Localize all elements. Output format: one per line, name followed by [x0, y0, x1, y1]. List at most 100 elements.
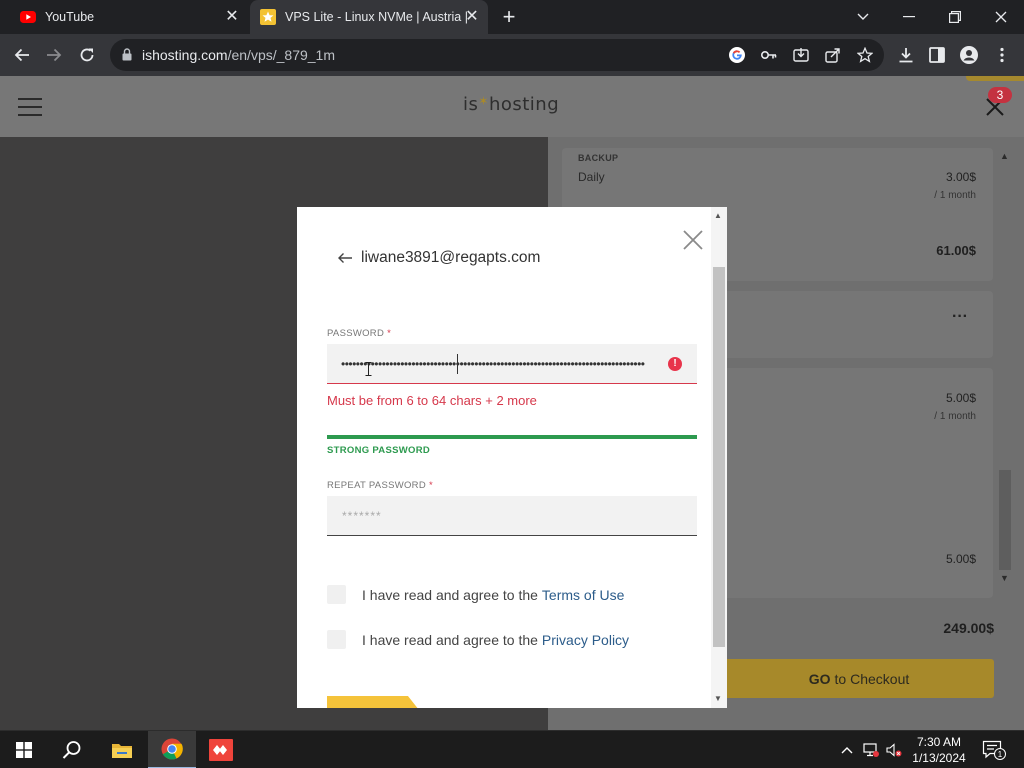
key-icon[interactable] — [760, 47, 778, 63]
addon-price: 5.00$ — [945, 391, 976, 405]
error-icon: ! — [668, 357, 682, 371]
profile-icon[interactable] — [959, 46, 979, 64]
close-window-button[interactable] — [978, 0, 1024, 34]
restore-button[interactable] — [932, 0, 978, 34]
back-button[interactable] — [10, 43, 34, 67]
windows-logo-icon — [16, 742, 32, 758]
privacy-policy-link[interactable]: Privacy Policy — [542, 632, 629, 648]
folder-icon — [112, 744, 132, 758]
backup-period: / 1 month — [934, 190, 976, 201]
system-clock[interactable]: 7:30 AM 1/13/2024 — [906, 734, 972, 766]
bookmark-star-icon[interactable] — [856, 47, 874, 63]
total-price: 249.00$ — [943, 620, 994, 636]
password-value: ••••••••••••••••••••••••••••••••••••••••… — [341, 357, 645, 371]
google-icon[interactable] — [728, 47, 746, 63]
privacy-agreement: I have read and agree to the Privacy Pol… — [327, 630, 629, 649]
checkout-rest-label: to Checkout — [834, 670, 910, 687]
modal-scrollbar-thumb[interactable] — [713, 267, 725, 647]
subtotal-price: 61.00$ — [936, 243, 976, 258]
panel-scroll-down-icon[interactable]: ▼ — [1000, 573, 1009, 583]
panel-scrollbar[interactable] — [999, 470, 1011, 570]
cart-edge-decoration — [966, 76, 1024, 81]
password-error-message: Must be from 6 to 64 chars + 2 more — [327, 393, 537, 408]
hamburger-menu-icon[interactable] — [18, 98, 42, 116]
repeat-password-input[interactable]: ******* — [327, 496, 697, 536]
chrome-taskbar-button[interactable] — [148, 731, 196, 768]
lock-icon — [122, 48, 132, 61]
terms-prefix: I have read and agree to the — [362, 586, 538, 603]
menu-kebab-icon[interactable] — [992, 46, 1012, 64]
chrome-icon — [161, 738, 183, 760]
close-modal-icon[interactable] — [682, 229, 704, 251]
tab-strip: YouTube ✕ VPS Lite - Linux NVMe | Austri… — [0, 0, 1024, 34]
password-strength-text: STRONG PASSWORD — [327, 445, 431, 456]
password-label: PASSWORD * — [327, 328, 392, 339]
privacy-prefix: I have read and agree to the — [362, 631, 538, 648]
tab-vps-lite[interactable]: VPS Lite - Linux NVMe | Austria | ✕ — [250, 0, 488, 34]
close-tab-icon[interactable]: ✕ — [224, 9, 240, 25]
privacy-checkbox[interactable] — [327, 630, 346, 649]
addon-period: / 1 month — [934, 411, 976, 422]
close-tab-icon[interactable]: ✕ — [464, 9, 480, 25]
volume-muted-icon[interactable] — [885, 742, 903, 758]
tab-title: VPS Lite - Linux NVMe | Austria | — [285, 10, 468, 24]
star-favicon-icon — [260, 9, 276, 25]
forward-button[interactable] — [42, 43, 66, 67]
file-explorer-button[interactable] — [98, 731, 146, 768]
anydesk-taskbar-button[interactable] — [197, 731, 245, 768]
modal-scroll-up-icon[interactable]: ▲ — [714, 211, 722, 220]
backup-option: Daily — [578, 170, 605, 184]
network-icon[interactable] — [862, 742, 880, 758]
go-to-checkout-button[interactable]: GO to Checkout — [724, 659, 994, 698]
share-icon[interactable] — [824, 47, 842, 63]
text-caret — [457, 354, 458, 374]
start-button[interactable] — [0, 731, 48, 768]
tab-search-icon[interactable] — [840, 0, 886, 34]
cart-badge: 3 — [988, 87, 1012, 103]
panel-scroll-up-icon[interactable]: ▲ — [1000, 151, 1009, 161]
notification-center-icon[interactable]: 1 — [982, 740, 1006, 765]
downloads-icon[interactable] — [896, 46, 916, 64]
terms-agreement: I have read and agree to the Terms of Us… — [327, 585, 624, 604]
reload-button[interactable] — [75, 43, 99, 67]
backup-label: BACKUP — [578, 153, 619, 163]
search-button[interactable] — [48, 731, 96, 768]
text-cursor-icon — [365, 362, 372, 376]
tab-title: YouTube — [45, 10, 95, 24]
address-bar[interactable]: ishosting.com/en/vps/_879_1m — [110, 39, 884, 71]
minimize-button[interactable] — [886, 0, 932, 34]
tray-overflow-chevron-icon[interactable] — [838, 742, 856, 758]
windows-taskbar: 7:30 AM 1/13/2024 1 — [0, 730, 1024, 768]
arrow-left-icon — [338, 253, 352, 263]
youtube-icon — [20, 11, 36, 23]
sign-up-modal: liwane3891@regapts.com PASSWORD * ••••••… — [297, 207, 727, 708]
tab-youtube[interactable]: YouTube ✕ — [8, 0, 248, 34]
backup-price: 3.00$ — [945, 170, 976, 184]
browser-toolbar: ishosting.com/en/vps/_879_1m — [0, 34, 1024, 76]
anydesk-icon — [209, 739, 233, 761]
notification-count: 1 — [998, 750, 1003, 759]
side-panel-icon[interactable] — [927, 46, 947, 64]
install-app-icon[interactable] — [792, 47, 810, 63]
more-options-icon[interactable]: ··· — [940, 308, 980, 326]
new-tab-button[interactable]: + — [498, 6, 520, 29]
submit-button[interactable] — [327, 696, 419, 708]
url-text: ishosting.com/en/vps/_879_1m — [142, 47, 335, 63]
site-header: is✶hosting — [0, 76, 1024, 137]
logo-star-icon: ✶ — [478, 94, 489, 108]
back-to-email-button[interactable]: liwane3891@regapts.com — [337, 249, 540, 267]
checkout-go-label: GO — [808, 670, 831, 687]
password-input[interactable]: ••••••••••••••••••••••••••••••••••••••••… — [327, 344, 697, 384]
terms-checkbox[interactable] — [327, 585, 346, 604]
clock-date: 1/13/2024 — [912, 751, 966, 765]
search-icon — [62, 741, 81, 759]
clock-time: 7:30 AM — [916, 735, 962, 749]
repeat-password-placeholder: ******* — [342, 509, 382, 523]
password-strength-bar — [327, 435, 697, 439]
addon2-price: 5.00$ — [945, 552, 976, 566]
account-email: liwane3891@regapts.com — [361, 249, 541, 266]
modal-scroll-down-icon[interactable]: ▼ — [714, 694, 722, 703]
repeat-password-label: REPEAT PASSWORD * — [327, 480, 433, 491]
terms-of-use-link[interactable]: Terms of Use — [542, 587, 624, 603]
site-logo[interactable]: is✶hosting — [463, 94, 559, 115]
